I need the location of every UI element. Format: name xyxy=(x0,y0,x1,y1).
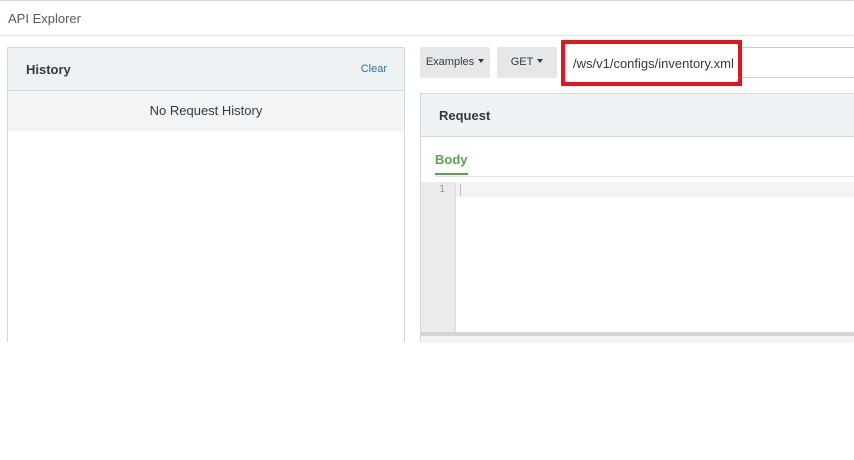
url-input[interactable] xyxy=(569,49,739,77)
examples-dropdown-button[interactable]: Examples xyxy=(420,47,490,78)
tab-body[interactable]: Body xyxy=(435,152,468,175)
editor-gutter: 1 xyxy=(421,182,456,332)
method-button-label: GET xyxy=(510,56,534,68)
api-explorer-screen: API Explorer History Clear No Request Hi… xyxy=(0,0,854,460)
history-empty-message: No Request History xyxy=(8,91,404,131)
request-panel: Request Body 1 xyxy=(420,93,854,343)
history-header: History Clear xyxy=(8,48,404,91)
editor-active-line[interactable] xyxy=(456,182,854,197)
url-highlight-box xyxy=(561,40,742,86)
chevron-down-icon xyxy=(478,59,485,64)
request-title: Request xyxy=(439,108,491,123)
request-body-editor[interactable]: 1 xyxy=(421,182,854,332)
top-bar: API Explorer xyxy=(0,0,854,36)
clear-history-link[interactable]: Clear xyxy=(361,63,387,75)
editor-footer xyxy=(421,336,854,343)
app-title: API Explorer xyxy=(8,11,81,26)
url-input-extension[interactable] xyxy=(742,47,854,78)
tabs-divider xyxy=(435,176,854,177)
chevron-down-icon xyxy=(537,59,544,64)
history-panel: History Clear No Request History xyxy=(7,47,405,342)
request-header: Request xyxy=(421,94,854,137)
line-number: 1 xyxy=(438,184,445,195)
history-title: History xyxy=(26,62,71,77)
method-dropdown-button[interactable]: GET xyxy=(497,47,557,78)
examples-button-label: Examples xyxy=(425,56,475,68)
text-cursor xyxy=(460,184,461,196)
